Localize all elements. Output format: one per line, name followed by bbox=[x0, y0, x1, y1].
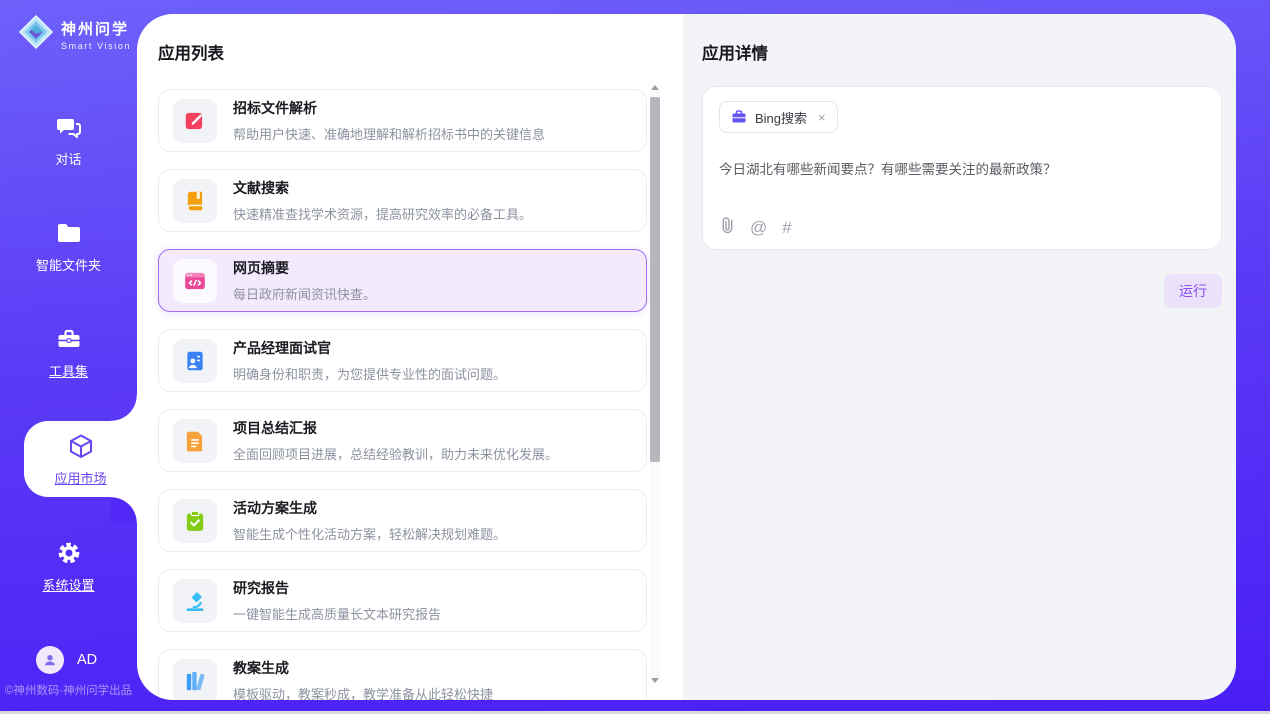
paperclip-icon[interactable] bbox=[720, 215, 735, 240]
gem-logo-icon bbox=[18, 14, 54, 55]
app-card-description: 快速精准查找学术资源，提高研究效率的必备工具。 bbox=[233, 204, 532, 223]
person-icon bbox=[41, 651, 59, 669]
app-card-icon bbox=[173, 99, 217, 143]
app-card-title: 教案生成 bbox=[233, 658, 493, 678]
sidebar-nav-item[interactable]: 应用市场 bbox=[24, 421, 137, 497]
mention-at-icon[interactable]: @ bbox=[750, 218, 767, 238]
app-card-title: 产品经理面试官 bbox=[233, 338, 506, 358]
query-text[interactable]: 今日湖北有哪些新闻要点？有哪些需要关注的最新政策？ bbox=[719, 158, 1205, 178]
sidebar-nav: 对话 bbox=[0, 103, 137, 635]
sidebar-nav-icon bbox=[55, 113, 83, 141]
app-card[interactable]: 教案生成 模板驱动，教案秒成，教学准备从此轻松快捷 bbox=[158, 649, 647, 700]
app-card-icon bbox=[173, 259, 217, 303]
sidebar-nav-item[interactable]: 智能文件夹 bbox=[0, 209, 137, 283]
app-card-icon bbox=[173, 179, 217, 223]
book-icon bbox=[183, 189, 207, 213]
app-card-description: 一键智能生成高质量长文本研究报告 bbox=[233, 604, 441, 623]
hash-icon[interactable]: # bbox=[782, 218, 791, 238]
app-card-title: 项目总结汇报 bbox=[233, 418, 558, 438]
app-card-title: 研究报告 bbox=[233, 578, 441, 598]
app-card-icon bbox=[173, 499, 217, 543]
copyright-text: ©神州数码·神州问学出品 bbox=[0, 682, 137, 698]
brand-logo: 神州问学 Smart Vision bbox=[18, 14, 131, 55]
sidebar-nav-label: 智能文件夹 bbox=[36, 255, 101, 274]
user-account[interactable]: AD bbox=[36, 646, 97, 674]
app-card-description: 模板驱动，教案秒成，教学准备从此轻松快捷 bbox=[233, 684, 493, 700]
app-cards: 招标文件解析 帮助用户快速、准确地理解和解析招标书中的关键信息 bbox=[158, 89, 647, 700]
brand-subtitle: Smart Vision bbox=[61, 41, 131, 51]
report-document-icon bbox=[183, 429, 207, 453]
app-card-title: 活动方案生成 bbox=[233, 498, 506, 518]
app-card-title: 文献搜索 bbox=[233, 178, 532, 198]
app-list-title: 应用列表 bbox=[158, 40, 683, 64]
scrollbar-up-arrow-icon[interactable] bbox=[651, 85, 659, 90]
brand-name: 神州问学 bbox=[61, 18, 131, 39]
sidebar-nav-label: 对话 bbox=[55, 149, 81, 168]
sidebar-nav-icon bbox=[55, 219, 83, 247]
app-card[interactable]: 网页摘要 每日政府新闻资讯快查。 bbox=[158, 249, 647, 312]
main-panel: 应用列表 bbox=[137, 14, 1236, 700]
app-card-icon bbox=[173, 339, 217, 383]
interviewer-icon bbox=[183, 349, 207, 373]
sidebar-nav-item[interactable]: 系统设置 bbox=[0, 529, 137, 603]
app-card-description: 帮助用户快速、准确地理解和解析招标书中的关键信息 bbox=[233, 124, 545, 143]
toolbox-icon bbox=[55, 325, 83, 353]
scrollbar[interactable] bbox=[650, 82, 660, 686]
folder-icon bbox=[55, 219, 83, 247]
app-card-description: 每日政府新闻资讯快查。 bbox=[233, 284, 376, 303]
app-list-section: 应用列表 bbox=[137, 14, 683, 700]
attachment-toolbar: @ # bbox=[720, 215, 792, 240]
sidebar-nav-label: 工具集 bbox=[49, 361, 88, 380]
tool-tag-bing-search[interactable]: Bing搜索 × bbox=[719, 101, 838, 133]
user-initials: AD bbox=[77, 652, 97, 668]
run-row: 运行 bbox=[702, 274, 1222, 308]
sidebar-nav-icon bbox=[55, 325, 83, 353]
app-card[interactable]: 文献搜索 快速精准查找学术资源，提高研究效率的必备工具。 bbox=[158, 169, 647, 232]
microscope-icon bbox=[183, 589, 207, 613]
cube-icon bbox=[67, 432, 95, 460]
app-card[interactable]: 项目总结汇报 全面回顾项目进展，总结经验教训，助力未来优化发展。 bbox=[158, 409, 647, 472]
briefcase-icon bbox=[731, 109, 747, 125]
app-detail-title: 应用详情 bbox=[702, 40, 1222, 64]
gear-icon bbox=[55, 539, 83, 567]
sidebar-nav-label: 应用市场 bbox=[54, 468, 106, 487]
sidebar-nav-icon bbox=[55, 539, 83, 567]
chat-icon bbox=[55, 113, 83, 141]
sidebar-nav-item[interactable]: 工具集 bbox=[0, 315, 137, 389]
scrollbar-thumb[interactable] bbox=[650, 97, 660, 462]
run-button[interactable]: 运行 bbox=[1164, 274, 1222, 308]
app-card-icon bbox=[173, 419, 217, 463]
app-card-description: 智能生成个性化活动方案，轻松解决规划难题。 bbox=[233, 524, 506, 543]
tag-close-icon[interactable]: × bbox=[818, 110, 826, 125]
books-icon bbox=[183, 669, 207, 693]
edit-document-icon bbox=[183, 109, 207, 133]
sidebar-nav-icon bbox=[67, 432, 95, 460]
sidebar-nav-label: 系统设置 bbox=[42, 575, 94, 594]
app-card[interactable]: 活动方案生成 智能生成个性化活动方案，轻松解决规划难题。 bbox=[158, 489, 647, 552]
app-card-description: 明确身份和职责，为您提供专业性的面试问题。 bbox=[233, 364, 506, 383]
scrollbar-down-arrow-icon[interactable] bbox=[651, 678, 659, 683]
tool-tag-label: Bing搜索 bbox=[755, 108, 807, 127]
clipboard-check-icon bbox=[183, 509, 207, 533]
avatar bbox=[36, 646, 64, 674]
app-card-title: 网页摘要 bbox=[233, 258, 376, 278]
app-card-description: 全面回顾项目进展，总结经验教训，助力未来优化发展。 bbox=[233, 444, 558, 463]
prompt-input-area[interactable]: Bing搜索 × 今日湖北有哪些新闻要点？有哪些需要关注的最新政策？ @ # bbox=[702, 86, 1222, 250]
app-card[interactable]: 研究报告 一键智能生成高质量长文本研究报告 bbox=[158, 569, 647, 632]
sidebar: 神州问学 Smart Vision bbox=[0, 0, 137, 711]
app-card[interactable]: 招标文件解析 帮助用户快速、准确地理解和解析招标书中的关键信息 bbox=[158, 89, 647, 152]
app-card-title: 招标文件解析 bbox=[233, 98, 545, 118]
app-detail-section: 应用详情 Bing搜索 × 今日湖北有哪些新闻要点？有哪些需要关注的最新政策？ bbox=[683, 14, 1236, 700]
app-card-icon bbox=[173, 659, 217, 701]
browser-code-icon bbox=[183, 269, 207, 293]
app-window: 神州问学 Smart Vision bbox=[0, 0, 1270, 714]
app-card-icon bbox=[173, 579, 217, 623]
sidebar-nav-item[interactable]: 对话 bbox=[0, 103, 137, 177]
app-card[interactable]: 产品经理面试官 明确身份和职责，为您提供专业性的面试问题。 bbox=[158, 329, 647, 392]
